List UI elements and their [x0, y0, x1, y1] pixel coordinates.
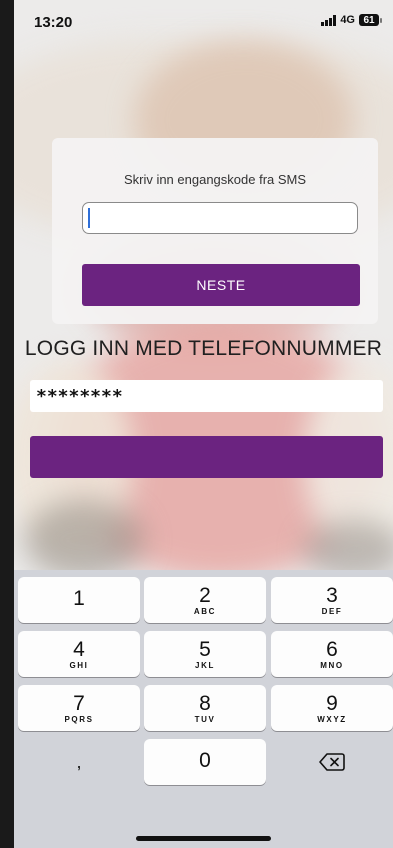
key-digit: 2 [199, 584, 211, 607]
key-digit: 9 [326, 692, 338, 715]
key-5[interactable]: 5 JKL [144, 631, 266, 677]
delete-key[interactable] [271, 739, 393, 785]
key-letters: ABC [193, 607, 217, 616]
key-digit: 4 [73, 638, 85, 661]
key-9[interactable]: 9 WXYZ [271, 685, 393, 731]
key-digit: 1 [73, 587, 85, 610]
key-digit: 0 [199, 749, 211, 772]
battery-icon: 61 [359, 14, 382, 26]
key-digit: 8 [199, 692, 211, 715]
key-4[interactable]: 4 GHI [18, 631, 140, 677]
battery-level: 61 [363, 14, 375, 26]
network-type: 4G [340, 14, 355, 26]
device-bezel [0, 0, 14, 848]
signal-icon [321, 14, 337, 26]
key-letters: WXYZ [317, 715, 347, 724]
otp-dialog: Skriv inn engangskode fra SMS NESTE [52, 138, 378, 324]
key-0[interactable]: 0 [144, 739, 266, 785]
key-letters: MNO [320, 661, 344, 670]
key-1[interactable]: 1 [18, 577, 140, 623]
key-6[interactable]: 6 MNO [271, 631, 393, 677]
key-letters: GHI [69, 661, 89, 670]
numeric-keypad: 1 2 ABC 3 DEF 4 GHI 5 JKL 6 MNO 7 PQRS 8… [14, 570, 393, 848]
key-2[interactable]: 2 ABC [144, 577, 266, 623]
next-button[interactable]: NESTE [82, 264, 360, 306]
key-digit: 6 [326, 638, 338, 661]
key-letters: TUV [194, 715, 216, 724]
key-digit: 5 [199, 638, 211, 661]
login-title: LOGG INN MED TELEFONNUMMER [24, 337, 383, 360]
phone-number-input[interactable]: ******** [30, 380, 383, 412]
key-8[interactable]: 8 TUV [144, 685, 266, 731]
comma-label: , [76, 752, 82, 772]
key-letters: JKL [195, 661, 215, 670]
phone-login-button[interactable] [30, 436, 383, 478]
key-letters: DEF [321, 607, 343, 616]
otp-instruction: Skriv inn engangskode fra SMS [123, 172, 307, 187]
key-digit: 7 [73, 692, 85, 715]
key-3[interactable]: 3 DEF [271, 577, 393, 623]
status-time: 13:20 [34, 14, 73, 31]
key-comma[interactable]: , [18, 739, 140, 785]
key-digit: 3 [326, 584, 338, 607]
key-letters: PQRS [64, 715, 94, 724]
otp-code-input[interactable] [82, 202, 358, 234]
key-7[interactable]: 7 PQRS [18, 685, 140, 731]
backspace-icon [319, 753, 345, 771]
home-indicator[interactable] [136, 836, 271, 841]
status-bar: 13:20 4G 61 [14, 0, 393, 50]
phone-screen: 13:20 4G 61 Skriv inn engangskode fra SM… [14, 0, 393, 848]
status-icons: 4G 61 [321, 14, 382, 26]
text-caret [88, 208, 90, 228]
